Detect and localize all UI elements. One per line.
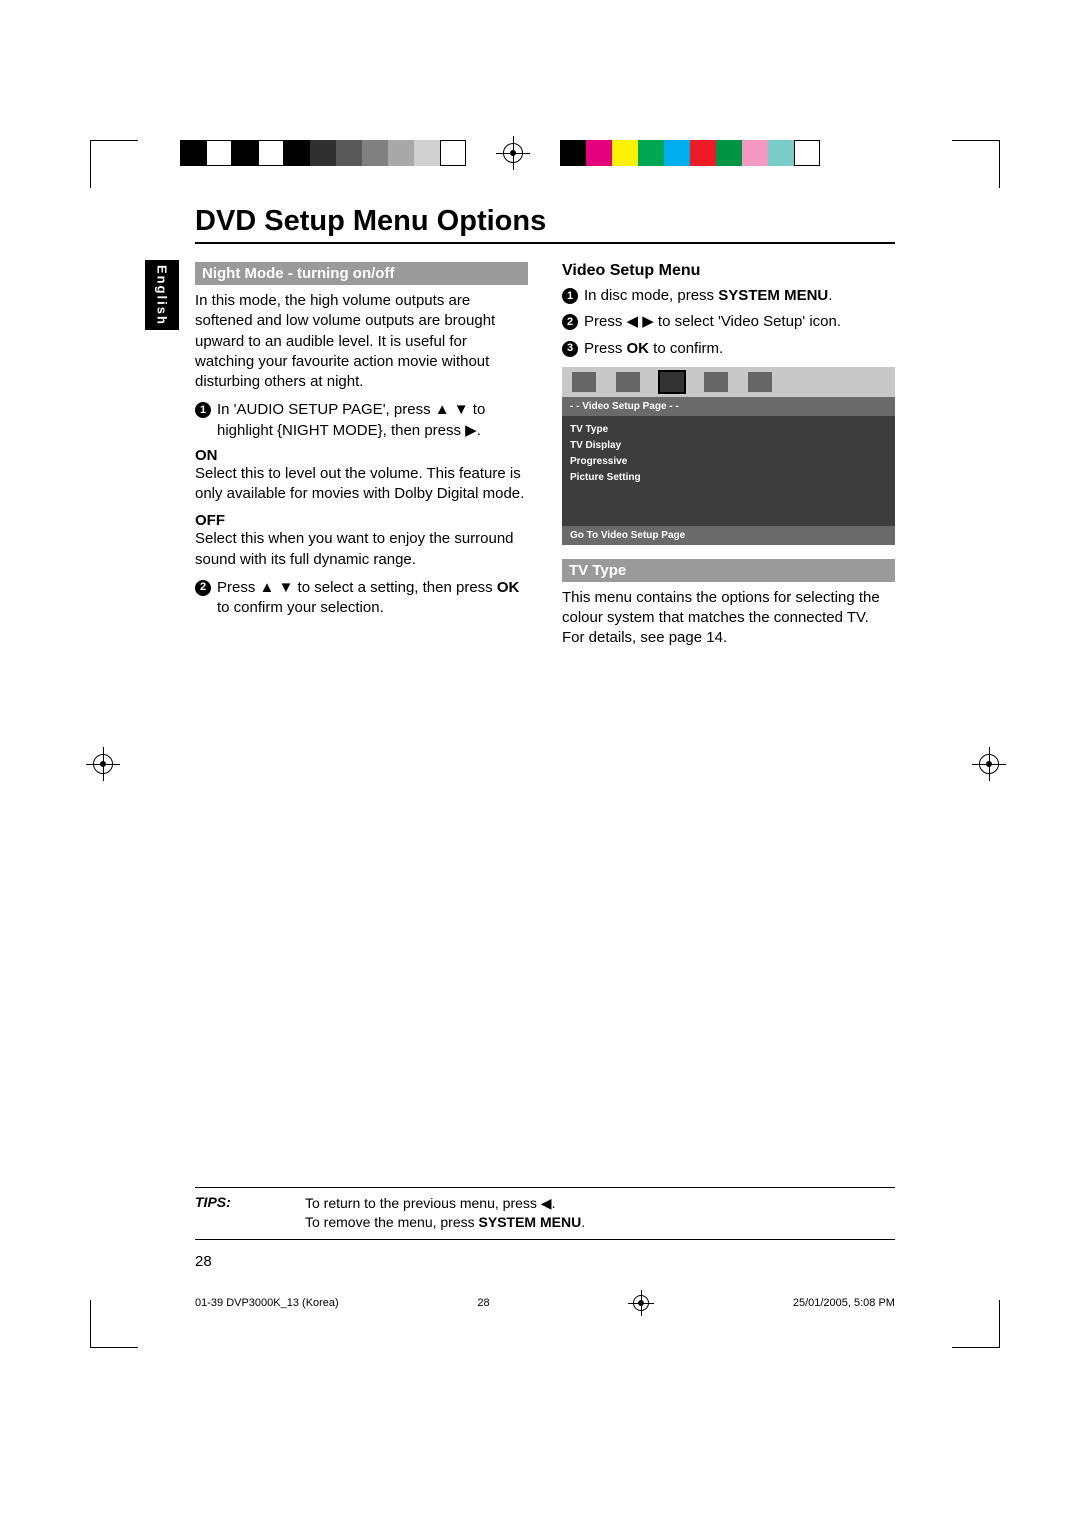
osd-footer: Go To Video Setup Page: [562, 526, 895, 545]
osd-icon-row: [562, 367, 895, 397]
grayscale-colorbar: [180, 140, 466, 166]
osd-item: TV Display: [570, 438, 887, 454]
osd-header: - - Video Setup Page - -: [562, 397, 895, 416]
footer-doc-id: 01-39 DVP3000K_13 (Korea): [195, 1297, 339, 1309]
step-number-icon: 1: [562, 288, 578, 304]
osd-item: TV Type: [570, 422, 887, 438]
step-number-icon: 1: [195, 402, 211, 418]
tips-label: TIPS:: [195, 1194, 255, 1233]
osd-item: Picture Setting: [570, 470, 887, 486]
color-colorbar: [560, 140, 820, 166]
up-down-arrow-icon: ▲ ▼: [260, 579, 294, 596]
step-3: 3 Press OK to confirm.: [562, 339, 895, 359]
section-bar-tv-type: TV Type: [562, 559, 895, 582]
step-2: 2 Press ▲ ▼ to select a setting, then pr…: [195, 578, 528, 619]
language-tab: English: [145, 260, 179, 330]
right-column: Video Setup Menu 1 In disc mode, press S…: [562, 262, 895, 657]
on-text: Select this to level out the volume. Thi…: [195, 464, 528, 505]
tips-box: TIPS: To return to the previous menu, pr…: [195, 1187, 895, 1240]
off-text: Select this when you want to enjoy the s…: [195, 529, 528, 570]
step-text: Press ◀ ▶ to select 'Video Setup' icon.: [584, 312, 841, 332]
crop-mark: [90, 140, 138, 188]
section-bar-night-mode: Night Mode - turning on/off: [195, 262, 528, 285]
left-right-arrow-icon: ◀ ▶: [627, 313, 654, 330]
registration-mark-icon: [628, 1290, 654, 1316]
video-setup-heading: Video Setup Menu: [562, 262, 895, 280]
left-arrow-icon: ◀: [541, 1195, 552, 1211]
registration-mark-icon: [496, 136, 530, 170]
registration-mark-icon: [972, 747, 1006, 781]
right-arrow-icon: ▶: [465, 422, 477, 439]
osd-tab-icon-selected: [660, 372, 684, 392]
step-1: 1 In 'AUDIO SETUP PAGE', press ▲ ▼ to hi…: [195, 400, 528, 441]
page-content: DVD Setup Menu Options Night Mode - turn…: [195, 205, 895, 657]
osd-menu-items: TV Type TV Display Progressive Picture S…: [562, 416, 895, 526]
osd-tab-icon: [748, 372, 772, 392]
on-heading: ON: [195, 447, 528, 464]
registration-mark-icon: [86, 747, 120, 781]
osd-tab-icon: [572, 372, 596, 392]
step-number-icon: 2: [562, 314, 578, 330]
left-column: Night Mode - turning on/off In this mode…: [195, 262, 528, 657]
step-text: Press OK to confirm.: [584, 339, 723, 359]
step-text: Press ▲ ▼ to select a setting, then pres…: [217, 578, 528, 619]
tips-text: To return to the previous menu, press ◀.…: [305, 1194, 585, 1233]
up-down-arrow-icon: ▲ ▼: [435, 401, 469, 418]
osd-item: Progressive: [570, 454, 887, 470]
step-2: 2 Press ◀ ▶ to select 'Video Setup' icon…: [562, 312, 895, 332]
step-1: 1 In disc mode, press SYSTEM MENU.: [562, 286, 895, 306]
night-mode-intro: In this mode, the high volume outputs ar…: [195, 291, 528, 392]
step-number-icon: 3: [562, 341, 578, 357]
page-title: DVD Setup Menu Options: [195, 205, 895, 244]
print-footer: 01-39 DVP3000K_13 (Korea) 28 25/01/2005,…: [195, 1290, 895, 1316]
print-calibration-row: [180, 140, 920, 166]
crop-mark: [952, 140, 1000, 188]
off-heading: OFF: [195, 512, 528, 529]
osd-tab-icon: [616, 372, 640, 392]
step-text: In 'AUDIO SETUP PAGE', press ▲ ▼ to high…: [217, 400, 528, 441]
osd-screenshot: - - Video Setup Page - - TV Type TV Disp…: [562, 367, 895, 545]
step-text: In disc mode, press SYSTEM MENU.: [584, 286, 832, 306]
crop-mark: [952, 1300, 1000, 1348]
crop-mark: [90, 1300, 138, 1348]
page-number: 28: [195, 1253, 212, 1270]
footer-timestamp: 25/01/2005, 5:08 PM: [793, 1297, 895, 1309]
step-number-icon: 2: [195, 580, 211, 596]
tv-type-text: This menu contains the options for selec…: [562, 588, 895, 649]
osd-tab-icon: [704, 372, 728, 392]
footer-page: 28: [477, 1297, 489, 1309]
